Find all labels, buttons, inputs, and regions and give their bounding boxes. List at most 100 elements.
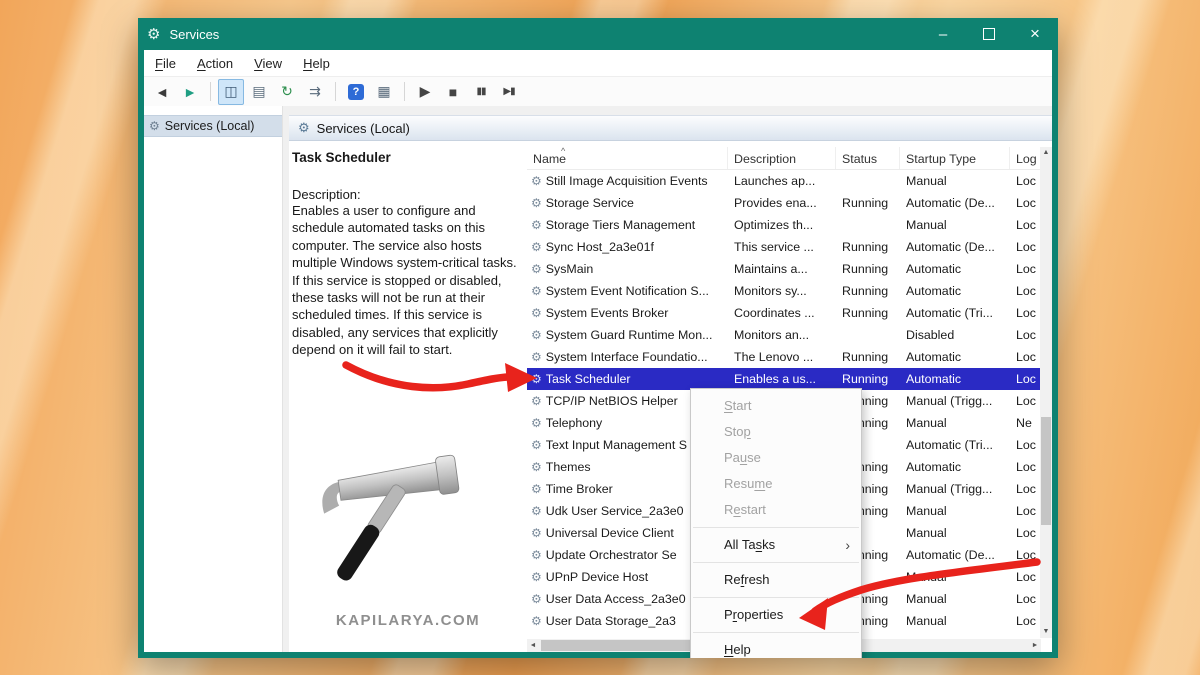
services-app-icon: ⚙: [147, 25, 160, 43]
watermark-text: KAPILARYA.COM: [289, 612, 527, 629]
titlebar[interactable]: ⚙ Services – ×: [138, 18, 1058, 50]
refresh-icon[interactable]: ↻: [274, 79, 300, 105]
menu-separator: [693, 597, 859, 598]
scroll-left-icon[interactable]: ◄: [527, 639, 539, 652]
tree-item-services-local[interactable]: ⚙ Services (Local): [144, 115, 282, 137]
service-row-storage-tiers-management[interactable]: ⚙Storage Tiers ManagementOptimizes th...…: [527, 214, 1041, 236]
context-menu-item-properties[interactable]: Properties: [691, 602, 861, 628]
service-gear-icon: ⚙: [531, 192, 542, 214]
sort-ascending-icon: ^: [561, 147, 565, 156]
service-gear-icon: ⚙: [531, 610, 542, 632]
show-console-tree-icon[interactable]: ◫: [218, 79, 244, 105]
service-gear-icon: ⚙: [531, 214, 542, 236]
menu-separator: [693, 527, 859, 528]
column-header-name[interactable]: Name^: [527, 147, 728, 169]
service-gear-icon: ⚙: [531, 390, 542, 412]
service-gear-icon: ⚙: [531, 236, 542, 258]
start-service-icon[interactable]: ▶: [412, 79, 438, 105]
services-icon: ⚙: [149, 119, 160, 133]
minimize-button[interactable]: –: [920, 18, 966, 50]
menu-bar: File Action View Help: [144, 50, 1052, 76]
services-panel: ⚙ Services (Local) Task Scheduler Descri…: [289, 106, 1052, 652]
service-row-still-image-acquisition-events[interactable]: ⚙Still Image Acquisition EventsLaunches …: [527, 170, 1041, 192]
help-icon[interactable]: ?: [343, 79, 369, 105]
service-gear-icon: ⚙: [531, 566, 542, 588]
service-gear-icon: ⚙: [531, 346, 542, 368]
window-content: FileActionViewHelp ◄►◫▤↻⇉?▦▶■▮▮▶▮ ⚙Servi…: [144, 50, 1052, 652]
context-menu-item-restart: Restart: [691, 497, 861, 523]
menu-help[interactable]: Help: [303, 56, 330, 71]
toolbar: ◄► ◫▤↻⇉?▦ ▶■▮▮▶▮: [144, 76, 1052, 107]
panel-header-label: Services (Local): [317, 121, 410, 136]
context-menu-item-stop: Stop: [691, 419, 861, 445]
maximize-icon: [983, 28, 995, 40]
service-row-sync-host-2a3e01f[interactable]: ⚙Sync Host_2a3e01fThis service ...Runnin…: [527, 236, 1041, 258]
service-row-storage-service[interactable]: ⚙Storage ServiceProvides ena...RunningAu…: [527, 192, 1041, 214]
services-icon: ⚙: [298, 120, 310, 136]
maximize-button[interactable]: [966, 18, 1012, 50]
description-label: Description:: [292, 187, 526, 202]
context-menu-item-resume: Resume: [691, 471, 861, 497]
export-list-icon[interactable]: ⇉: [302, 79, 328, 105]
column-header-log[interactable]: Log: [1010, 147, 1040, 169]
list-header-row: Name^DescriptionStatusStartup TypeLog: [527, 147, 1041, 170]
toolbar-separator: [335, 82, 336, 101]
menu-separator: [693, 632, 859, 633]
close-button[interactable]: ×: [1012, 18, 1058, 50]
context-menu-item-all-tasks[interactable]: All Tasks›: [691, 532, 861, 558]
selected-service-name: Task Scheduler: [292, 150, 526, 165]
service-row-system-interface-foundatio[interactable]: ⚙System Interface Foundatio...The Lenovo…: [527, 346, 1041, 368]
column-header-description[interactable]: Description: [728, 147, 836, 169]
stop-service-icon[interactable]: ■: [440, 79, 466, 105]
scroll-up-icon[interactable]: ▲: [1040, 147, 1052, 159]
context-menu-item-refresh[interactable]: Refresh: [691, 567, 861, 593]
column-header-status[interactable]: Status: [836, 147, 900, 169]
panel-top-strip: [289, 106, 1052, 115]
service-gear-icon: ⚙: [531, 302, 542, 324]
context-menu-item-help[interactable]: Help: [691, 637, 861, 658]
description-text: Enables a user to configure and schedule…: [292, 202, 526, 359]
restart-service-icon[interactable]: ▶▮: [496, 79, 522, 105]
panel-header: ⚙ Services (Local): [289, 115, 1052, 141]
vertical-scrollbar[interactable]: ▲ ▼: [1040, 147, 1052, 638]
service-gear-icon: ⚙: [531, 258, 542, 280]
service-gear-icon: ⚙: [531, 368, 542, 390]
service-gear-icon: ⚙: [531, 456, 542, 478]
column-header-startup-type[interactable]: Startup Type: [900, 147, 1010, 169]
screenshot-stage: ⚙ Services – × FileActionViewHelp ◄►◫▤↻⇉…: [0, 0, 1200, 675]
scroll-down-icon[interactable]: ▼: [1040, 626, 1052, 638]
service-row-system-guard-runtime-mon[interactable]: ⚙System Guard Runtime Mon...Monitors an.…: [527, 324, 1041, 346]
extended-description-pane: Task Scheduler Description: Enables a us…: [292, 150, 526, 359]
scroll-right-icon[interactable]: ►: [1029, 639, 1041, 652]
forward-icon[interactable]: ►: [177, 79, 203, 105]
service-row-system-events-broker[interactable]: ⚙System Events BrokerCoordinates ...Runn…: [527, 302, 1041, 324]
menu-file[interactable]: File: [155, 56, 176, 71]
service-gear-icon: ⚙: [531, 478, 542, 500]
menu-action[interactable]: Action: [197, 56, 233, 71]
main-area: ⚙ Services (Local) ⚙ Services (Local) Tas…: [144, 106, 1052, 652]
tree-item-label: Services (Local): [165, 119, 255, 133]
service-row-sysmain[interactable]: ⚙SysMainMaintains a...RunningAutomaticLo…: [527, 258, 1041, 280]
back-icon[interactable]: ◄: [149, 79, 175, 105]
services-window: ⚙ Services – × FileActionViewHelp ◄►◫▤↻⇉…: [138, 18, 1058, 658]
service-row-task-scheduler[interactable]: ⚙Task SchedulerEnables a us...RunningAut…: [527, 368, 1041, 390]
service-gear-icon: ⚙: [531, 324, 542, 346]
menu-separator: [693, 562, 859, 563]
context-menu-item-start: Start: [691, 393, 861, 419]
service-gear-icon: ⚙: [531, 170, 542, 192]
toolbar-separator: [404, 82, 405, 101]
properties-icon[interactable]: ▤: [246, 79, 272, 105]
service-gear-icon: ⚙: [531, 280, 542, 302]
context-menu-item-pause: Pause: [691, 445, 861, 471]
context-menu: StartStopPauseResumeRestart All Tasks› Ref…: [690, 388, 862, 658]
extended-view-icon[interactable]: ▦: [371, 79, 397, 105]
menu-view[interactable]: View: [254, 56, 282, 71]
service-gear-icon: ⚙: [531, 544, 542, 566]
pause-service-icon[interactable]: ▮▮: [468, 79, 494, 105]
console-tree-panel: ⚙ Services (Local): [144, 106, 283, 652]
service-gear-icon: ⚙: [531, 434, 542, 456]
service-gear-icon: ⚙: [531, 588, 542, 610]
vertical-scroll-thumb[interactable]: [1041, 417, 1051, 525]
window-title: Services: [169, 27, 219, 42]
service-row-system-event-notification-s[interactable]: ⚙System Event Notification S...Monitors …: [527, 280, 1041, 302]
